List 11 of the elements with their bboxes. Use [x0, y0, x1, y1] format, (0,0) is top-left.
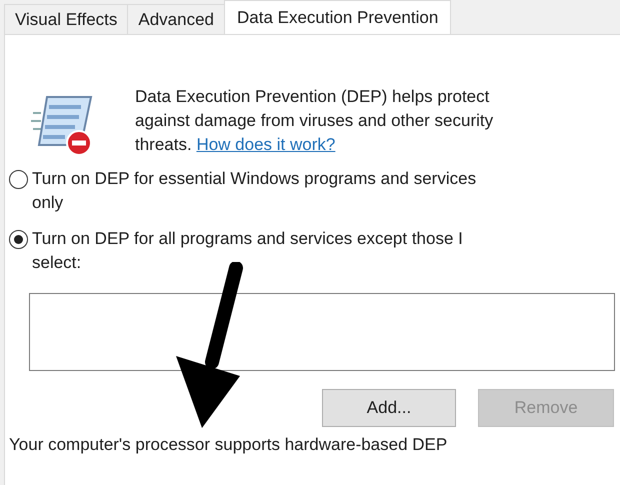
- radio-label: Turn on DEP for essential Windows programs and services only: [32, 168, 478, 214]
- tab[interactable]: Data Execution Prevention: [224, 0, 452, 34]
- help-link[interactable]: How does it work?: [196, 135, 336, 154]
- radio-button[interactable]: [9, 170, 28, 189]
- tab[interactable]: Visual Effects: [4, 4, 128, 34]
- radio-label: Turn on DEP for all programs and services except those I select:: [32, 228, 464, 274]
- dialog-button[interactable]: Add...: [322, 389, 456, 427]
- exception-list[interactable]: [29, 293, 615, 371]
- radio-button[interactable]: [9, 230, 28, 249]
- description-text: Data Execution Prevention (DEP) helps protect against damage from viruses and other security threats. How does it work?: [135, 86, 494, 156]
- status-text: Your computer's processor supports hardware-based DEP: [9, 435, 448, 455]
